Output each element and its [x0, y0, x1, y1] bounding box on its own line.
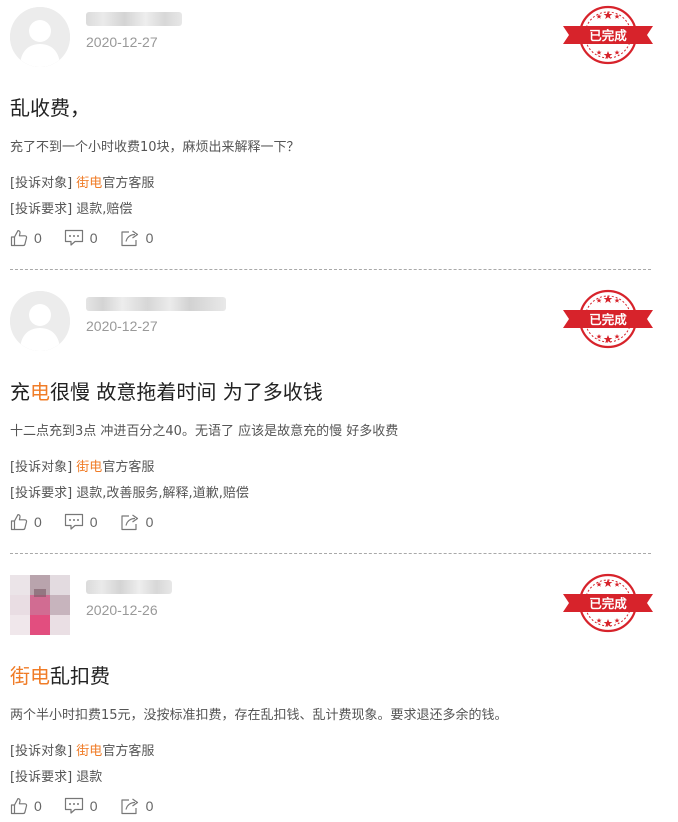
request-value: 退款,赔偿 [76, 202, 133, 217]
divider [10, 269, 651, 270]
share-count: 0 [145, 798, 154, 814]
comment-count: 0 [89, 514, 98, 530]
title-highlight: 电 [30, 380, 50, 404]
complaint-card: 2020-12-27 充电很慢 故意拖着时间 为了多收钱 十二点充到3点 冲进百… [0, 284, 678, 568]
title-text: 乱收费， [10, 96, 90, 120]
complaint-date: 2020-12-27 [86, 34, 158, 50]
request-value: 退款,改善服务,解释,道歉,赔偿 [76, 486, 249, 501]
complaint-request: [投诉要求] 退款,改善服务,解释,道歉,赔偿 [10, 482, 249, 501]
thumbs-up-icon [10, 513, 28, 531]
completed-stamp-icon [563, 288, 653, 350]
thumbs-up-icon [10, 797, 28, 815]
complaint-date: 2020-12-27 [86, 318, 158, 334]
complaint-description: 充了不到一个小时收费10块，麻烦出来解释一下？ [10, 140, 300, 155]
share-count: 0 [145, 230, 154, 246]
thumbs-up-icon [10, 229, 28, 247]
share-count: 0 [145, 514, 154, 530]
title-text-post: 很慢 故意拖着时间 为了多收钱 [50, 380, 323, 404]
comment-count: 0 [89, 230, 98, 246]
target-rest: 官方客服 [102, 176, 155, 191]
pixelated-photo-icon [10, 575, 70, 635]
complaint-description: 两个半小时扣费15元，没按标准扣费，存在乱扣钱、乱计费现象。要求退还多余的钱。 [10, 708, 508, 723]
complaint-card: 2020-12-27 乱收费， 充了不到一个小时收费10块，麻烦出来解释一下？ … [0, 0, 678, 284]
complaint-date: 2020-12-26 [86, 602, 158, 618]
share-icon [120, 797, 140, 815]
target-label: [投诉对象] [10, 744, 73, 759]
target-rest: 官方客服 [102, 460, 155, 475]
complaint-request: [投诉要求] 退款,赔偿 [10, 198, 132, 217]
title-highlight: 街电 [10, 664, 50, 688]
share-icon [120, 229, 140, 247]
blurred-username [86, 12, 182, 26]
comment-icon [64, 797, 84, 815]
complaint-title[interactable]: 街电乱扣费 [10, 660, 110, 689]
request-label: [投诉要求] [10, 202, 73, 217]
target-rest: 官方客服 [102, 744, 155, 759]
complaint-target: [投诉对象] 街电官方客服 [10, 456, 154, 475]
action-bar: 0 0 0 [10, 796, 175, 816]
title-text-pre: 充 [10, 380, 30, 404]
like-button[interactable]: 0 [10, 229, 42, 247]
like-button[interactable]: 0 [10, 513, 42, 531]
complaint-card: 2020-12-26 街电乱扣费 两个半小时扣费15元，没按标准扣费，存在乱扣钱… [0, 568, 678, 822]
user-avatar[interactable] [10, 575, 70, 635]
comment-button[interactable]: 0 [64, 513, 98, 531]
comment-icon [64, 229, 84, 247]
comment-button[interactable]: 0 [64, 229, 98, 247]
like-count: 0 [34, 798, 42, 814]
user-avatar[interactable] [10, 291, 70, 351]
action-bar: 0 0 0 [10, 512, 175, 532]
target-brand-link[interactable]: 街电 [76, 176, 102, 191]
target-label: [投诉对象] [10, 460, 73, 475]
complaint-target: [投诉对象] 街电官方客服 [10, 740, 154, 759]
like-button[interactable]: 0 [10, 797, 42, 815]
completed-stamp-icon [563, 4, 653, 66]
blurred-username [86, 580, 172, 594]
share-button[interactable]: 0 [120, 513, 154, 531]
target-brand-link[interactable]: 街电 [76, 460, 102, 475]
request-value: 退款 [76, 770, 103, 785]
divider [10, 553, 651, 554]
comment-icon [64, 513, 84, 531]
share-button[interactable]: 0 [120, 229, 154, 247]
user-avatar[interactable] [10, 7, 70, 67]
completed-stamp-icon [563, 572, 653, 634]
complaint-title[interactable]: 充电很慢 故意拖着时间 为了多收钱 [10, 376, 323, 405]
target-label: [投诉对象] [10, 176, 73, 191]
complaint-title[interactable]: 乱收费， [10, 92, 90, 121]
complaint-request: [投诉要求] 退款 [10, 766, 102, 785]
comment-button[interactable]: 0 [64, 797, 98, 815]
comment-count: 0 [89, 798, 98, 814]
title-text-post: 乱扣费 [50, 664, 110, 688]
blurred-username [86, 297, 226, 311]
like-count: 0 [34, 514, 42, 530]
share-icon [120, 513, 140, 531]
complaint-target: [投诉对象] 街电官方客服 [10, 172, 154, 191]
target-brand-link[interactable]: 街电 [76, 744, 102, 759]
request-label: [投诉要求] [10, 486, 73, 501]
request-label: [投诉要求] [10, 770, 73, 785]
like-count: 0 [34, 230, 42, 246]
share-button[interactable]: 0 [120, 797, 154, 815]
complaint-description: 十二点充到3点 冲进百分之40。无语了 应该是故意充的慢 好多收费 [10, 424, 399, 439]
action-bar: 0 0 0 [10, 228, 175, 248]
